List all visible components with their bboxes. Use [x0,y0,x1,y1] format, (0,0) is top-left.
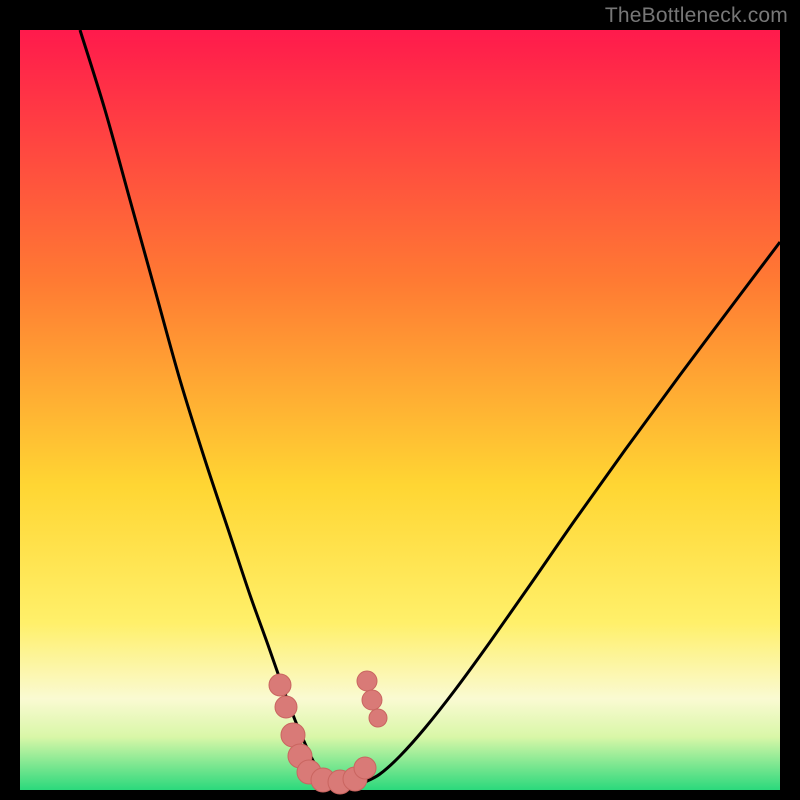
data-point [362,690,382,710]
data-point [357,671,377,691]
data-point [275,696,297,718]
data-point [281,723,305,747]
data-point [369,709,387,727]
data-point [269,674,291,696]
watermark-text: TheBottleneck.com [605,4,788,28]
data-point [354,757,376,779]
bottleneck-chart [0,0,800,800]
chart-stage: TheBottleneck.com [0,0,800,800]
plot-area [20,30,780,790]
